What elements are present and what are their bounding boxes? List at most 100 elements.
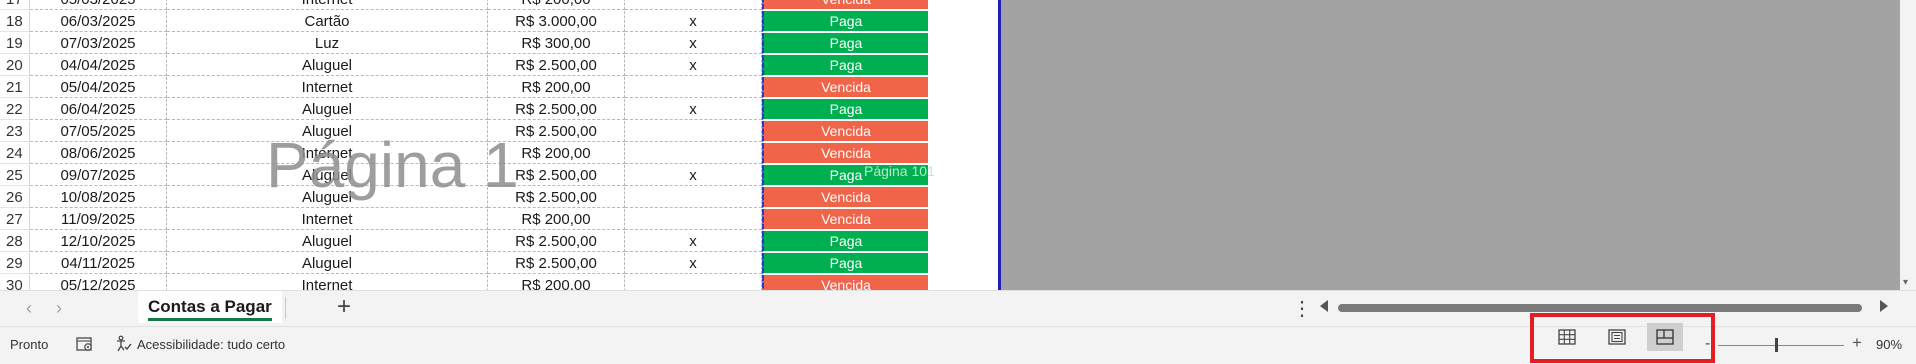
cell-value[interactable]: R$ 200,00 [488, 0, 625, 10]
scroll-right-icon[interactable] [1880, 300, 1888, 312]
cell-date[interactable]: 05/04/2025 [30, 77, 167, 98]
cell-value[interactable]: R$ 2.500,00 [488, 121, 625, 142]
cell-date[interactable]: 09/07/2025 [30, 165, 167, 186]
cell-empty[interactable] [928, 143, 1000, 164]
cell-empty[interactable] [928, 275, 1000, 290]
cell-value[interactable]: R$ 2.500,00 [488, 253, 625, 274]
cell-paid-mark[interactable]: x [625, 11, 762, 32]
cell-paid-mark[interactable]: x [625, 253, 762, 274]
table-row[interactable]: 29 04/11/2025 Aluguel R$ 2.500,00 x Paga [0, 253, 1000, 275]
cell-value[interactable]: R$ 200,00 [488, 209, 625, 230]
cell-description[interactable]: Aluguel [167, 55, 488, 76]
cell-empty[interactable] [928, 121, 1000, 142]
cell-description[interactable]: Aluguel [167, 253, 488, 274]
cell-description[interactable]: Internet [167, 0, 488, 10]
cell-value[interactable]: R$ 2.500,00 [488, 231, 625, 252]
table-row[interactable]: 19 07/03/2025 Luz R$ 300,00 x Paga [0, 33, 1000, 55]
cell-date[interactable]: 04/04/2025 [30, 55, 167, 76]
more-options-icon[interactable]: ⋮ [1292, 296, 1312, 321]
table-row[interactable]: 20 04/04/2025 Aluguel R$ 2.500,00 x Paga [0, 55, 1000, 77]
table-row[interactable]: 24 08/06/2025 Internet R$ 200,00 Vencida [0, 143, 1000, 165]
cell-paid-mark[interactable] [625, 0, 762, 10]
accessibility-icon[interactable] [115, 335, 133, 353]
page-layout-view-button[interactable] [1599, 323, 1635, 351]
cell-status[interactable]: Paga [762, 253, 928, 274]
cell-status[interactable]: Paga [762, 55, 928, 76]
zoom-in-button[interactable]: + [1852, 333, 1862, 353]
page-break-preview-button[interactable] [1647, 323, 1683, 351]
cell-paid-mark[interactable] [625, 187, 762, 208]
cell-status[interactable]: Vencida [762, 209, 928, 230]
cell-paid-mark[interactable] [625, 209, 762, 230]
cell-value[interactable]: R$ 2.500,00 [488, 99, 625, 120]
cell-date[interactable]: 06/03/2025 [30, 11, 167, 32]
cell-description[interactable]: Aluguel [167, 231, 488, 252]
cell-date[interactable]: 07/03/2025 [30, 33, 167, 54]
normal-view-button[interactable] [1549, 323, 1585, 351]
cell-date[interactable]: 06/04/2025 [30, 99, 167, 120]
cell-paid-mark[interactable]: x [625, 99, 762, 120]
horizontal-scrollbar-thumb[interactable] [1338, 304, 1862, 312]
cell-paid-mark[interactable]: x [625, 231, 762, 252]
cell-status[interactable]: Vencida [762, 0, 928, 10]
cell-status[interactable]: Paga [762, 33, 928, 54]
zoom-level[interactable]: 90% [1876, 337, 1902, 352]
cell-paid-mark[interactable] [625, 275, 762, 290]
cell-value[interactable]: R$ 2.500,00 [488, 55, 625, 76]
cell-empty[interactable] [928, 33, 1000, 54]
table-row[interactable]: 28 12/10/2025 Aluguel R$ 2.500,00 x Paga [0, 231, 1000, 253]
table-row[interactable]: 30 05/12/2025 Internet R$ 200,00 Vencida [0, 275, 1000, 290]
macro-recording-icon[interactable] [76, 336, 94, 352]
cell-description[interactable]: Aluguel [167, 165, 488, 186]
table-row[interactable]: 23 07/05/2025 Aluguel R$ 2.500,00 Vencida [0, 121, 1000, 143]
cell-date[interactable]: 05/12/2025 [30, 275, 167, 290]
cell-date[interactable]: 07/05/2025 [30, 121, 167, 142]
table-row[interactable]: 18 06/03/2025 Cartão R$ 3.000,00 x Paga [0, 11, 1000, 33]
cell-status[interactable]: Paga [762, 99, 928, 120]
cell-description[interactable]: Luz [167, 33, 488, 54]
cell-description[interactable]: Internet [167, 275, 488, 290]
cell-date[interactable]: 12/10/2025 [30, 231, 167, 252]
cell-empty[interactable] [928, 99, 1000, 120]
cell-status[interactable]: Vencida [762, 275, 928, 290]
cell-description[interactable]: Cartão [167, 11, 488, 32]
cell-value[interactable]: R$ 200,00 [488, 275, 625, 290]
cell-value[interactable]: R$ 200,00 [488, 77, 625, 98]
cell-empty[interactable] [928, 55, 1000, 76]
cell-empty[interactable] [928, 209, 1000, 230]
cell-description[interactable]: Internet [167, 77, 488, 98]
cell-value[interactable]: R$ 3.000,00 [488, 11, 625, 32]
cell-status[interactable]: Vencida [762, 143, 928, 164]
cell-paid-mark[interactable]: x [625, 165, 762, 186]
table-row[interactable]: 21 05/04/2025 Internet R$ 200,00 Vencida [0, 77, 1000, 99]
cell-date[interactable]: 04/11/2025 [30, 253, 167, 274]
cell-status[interactable]: Vencida [762, 187, 928, 208]
cell-value[interactable]: R$ 200,00 [488, 143, 625, 164]
cell-paid-mark[interactable] [625, 143, 762, 164]
cell-value[interactable]: R$ 2.500,00 [488, 165, 625, 186]
cell-empty[interactable] [928, 253, 1000, 274]
cell-empty[interactable] [928, 0, 1000, 10]
cell-empty[interactable] [928, 187, 1000, 208]
vertical-scrollbar[interactable]: ▾ [1900, 0, 1916, 290]
cell-paid-mark[interactable]: x [625, 33, 762, 54]
cell-paid-mark[interactable] [625, 121, 762, 142]
cell-paid-mark[interactable]: x [625, 55, 762, 76]
table-row[interactable]: 22 06/04/2025 Aluguel R$ 2.500,00 x Paga [0, 99, 1000, 121]
cell-date[interactable]: 05/03/2025 [30, 0, 167, 10]
scroll-down-icon[interactable]: ▾ [1903, 277, 1908, 288]
zoom-slider-thumb[interactable] [1774, 338, 1778, 352]
sheet-tab-contas-a-pagar[interactable]: Contas a Pagar [138, 291, 282, 323]
cell-status[interactable]: Vencida [762, 77, 928, 98]
scroll-left-icon[interactable] [1320, 300, 1328, 312]
cell-empty[interactable] [928, 11, 1000, 32]
table-row[interactable]: 27 11/09/2025 Internet R$ 200,00 Vencida [0, 209, 1000, 231]
cell-date[interactable]: 11/09/2025 [30, 209, 167, 230]
table-row[interactable]: 25 09/07/2025 Aluguel R$ 2.500,00 x Paga [0, 165, 1000, 187]
worksheet-area[interactable]: 1705/03/2025InternetR$ 200,00Vencida1806… [0, 0, 1916, 290]
cell-description[interactable]: Aluguel [167, 121, 488, 142]
cell-date[interactable]: 08/06/2025 [30, 143, 167, 164]
zoom-slider[interactable] [1718, 345, 1844, 346]
cell-status[interactable]: Paga [762, 11, 928, 32]
cell-description[interactable]: Internet [167, 143, 488, 164]
